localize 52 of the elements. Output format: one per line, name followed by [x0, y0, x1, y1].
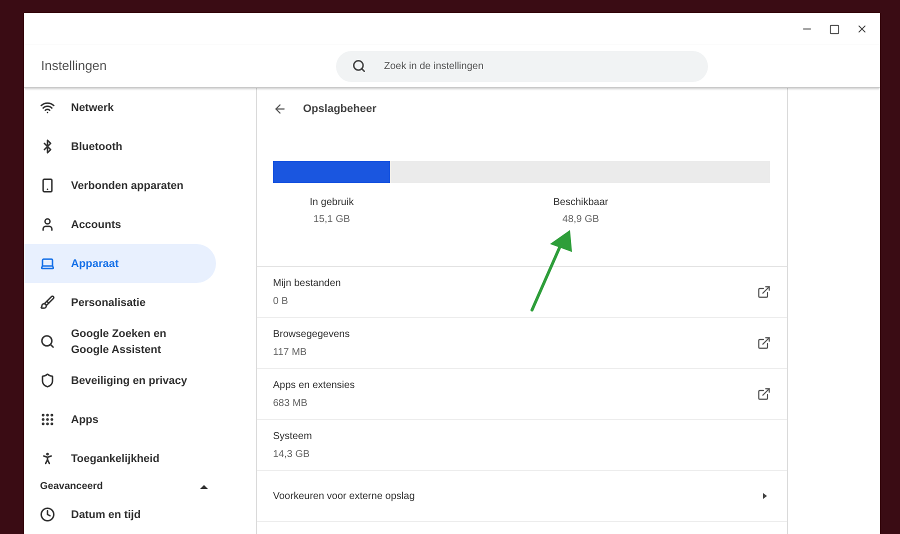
row-title: Mijn bestanden	[273, 276, 341, 290]
close-icon[interactable]	[856, 23, 868, 35]
phone-icon	[40, 178, 55, 193]
shield-icon	[40, 373, 55, 388]
grid-icon	[40, 412, 55, 427]
row-value: 0 B	[273, 294, 290, 308]
accessibility-icon	[40, 451, 55, 466]
available-label: Beschikbaar	[552, 196, 610, 210]
used-label: In gebruik	[308, 196, 355, 210]
row-value: 14,3 GB	[273, 448, 311, 462]
storage-row[interactable]: Mijn bestanden 0 B	[257, 267, 787, 318]
external-link-icon[interactable]	[757, 387, 771, 401]
brush-icon	[40, 295, 55, 310]
external-link-icon[interactable]	[757, 285, 771, 299]
sidebar-item[interactable]: Bluetooth	[24, 127, 216, 166]
sidebar-item[interactable]: Toegankelijkheid	[24, 439, 216, 478]
row-title: Systeem	[273, 430, 312, 444]
person-icon	[40, 217, 55, 232]
window-title: Instellingen	[40, 57, 108, 76]
sidebar-item[interactable]: Accounts	[24, 205, 216, 244]
laptop-icon	[40, 256, 55, 271]
storage-row[interactable]: Voorkeuren voor externe opslag	[257, 471, 787, 522]
available-value: 48,9 GB	[561, 213, 600, 227]
row-title: Browsegegevens	[273, 328, 350, 342]
row-value: 117 MB	[273, 346, 308, 360]
row-value: 683 MB	[273, 396, 308, 410]
storage-row[interactable]: Browsegegevens 117 MB	[257, 318, 787, 369]
sidebar-item[interactable]: Google Zoeken en Google Assistent	[24, 322, 216, 361]
page-title: Opslagbeheer	[303, 102, 376, 117]
used-value: 15,1 GB	[312, 213, 352, 227]
wifi-icon	[40, 100, 55, 115]
sidebar-item[interactable]: Apparaat	[24, 244, 216, 283]
storage-row[interactable]: Systeem 14,3 GB	[257, 420, 787, 471]
advanced-toggle[interactable]: Geavanceerd	[24, 478, 216, 495]
row-title: Voorkeuren voor externe opslag	[273, 490, 415, 504]
submenu-arrow-icon	[763, 493, 767, 499]
sidebar-item[interactable]: Apps	[24, 400, 216, 439]
sidebar-item[interactable]: Personalisatie	[24, 283, 216, 322]
sidebar-item[interactable]: Datum en tijd	[24, 495, 216, 534]
sidebar-item[interactable]: Verbonden apparaten	[24, 166, 216, 205]
search-icon	[40, 334, 55, 349]
search-icon	[352, 58, 366, 72]
storage-row[interactable]: Apps en extensies 683 MB	[257, 369, 787, 420]
back-icon[interactable]	[273, 102, 287, 116]
search-field[interactable]: Zoek in de instellingen	[336, 50, 708, 82]
caret-icon	[200, 484, 208, 488]
external-link-icon[interactable]	[757, 336, 771, 350]
row-title: Apps en extensies	[273, 378, 355, 392]
maximize-icon[interactable]	[829, 24, 840, 34]
sidebar-item[interactable]: Beveiliging en privacy	[24, 361, 216, 400]
clock-icon	[40, 507, 55, 522]
sidebar-item[interactable]: Netwerk	[24, 88, 216, 127]
